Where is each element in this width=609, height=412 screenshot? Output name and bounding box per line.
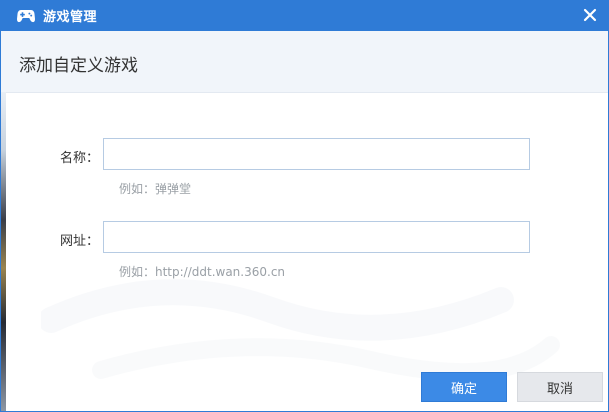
dialog-window: 游戏管理 添加自定义游戏 名称： 例如：弹弹堂 网址： 例如：http://dd…: [0, 0, 609, 412]
name-label: 名称：: [60, 151, 100, 166]
gamepad-icon: [17, 7, 35, 25]
confirm-button[interactable]: 确定: [421, 372, 507, 402]
dialog-header: 添加自定义游戏: [1, 31, 608, 93]
url-input[interactable]: [103, 221, 530, 253]
title-bar[interactable]: 游戏管理: [1, 0, 608, 31]
url-hint: 例如：http://ddt.wan.360.cn: [119, 265, 286, 279]
background-window-edge: [1, 92, 6, 411]
cancel-button[interactable]: 取消: [517, 372, 603, 402]
name-hint: 例如：弹弹堂: [119, 182, 192, 196]
window-title: 游戏管理: [43, 10, 98, 25]
url-label: 网址：: [60, 234, 100, 249]
page-title: 添加自定义游戏: [19, 56, 138, 76]
name-input[interactable]: [103, 138, 530, 170]
close-icon[interactable]: [580, 5, 600, 25]
